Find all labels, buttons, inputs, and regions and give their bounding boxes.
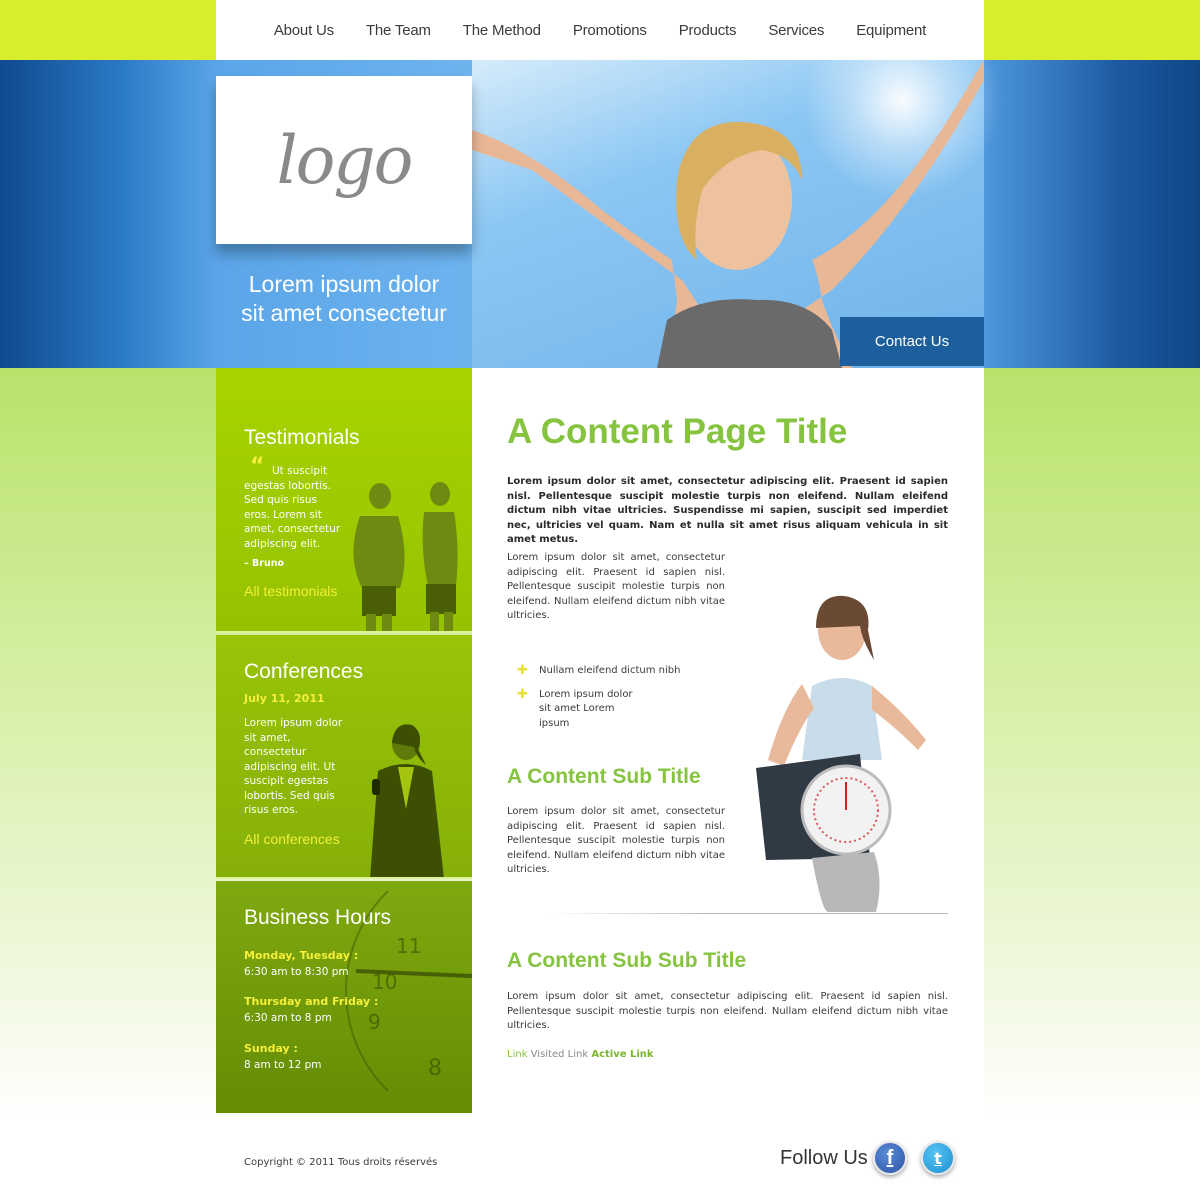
woman-with-scale-image bbox=[756, 595, 926, 912]
conferences-block: Conferences July 11, 2011 Lorem ipsum do… bbox=[216, 635, 472, 879]
testimonials-title: Testimonials bbox=[244, 426, 360, 449]
testimonials-block: Testimonials “ Ut suscipit egestas lobor… bbox=[216, 368, 472, 633]
plus-bullet-icon: ✚ bbox=[517, 686, 528, 702]
clock-number-10: 10 bbox=[372, 970, 397, 994]
hours-time-3: 8 am to 12 pm bbox=[244, 1059, 322, 1071]
nav-promotions[interactable]: Promotions bbox=[557, 22, 663, 39]
bullet-list: ✚ Nullam eleifend dictum nibh ✚ Lorem ipsu… bbox=[517, 663, 681, 740]
conference-date: July 11, 2011 bbox=[244, 692, 325, 705]
speaker-image bbox=[370, 724, 444, 877]
divider bbox=[544, 913, 948, 914]
sidebar: Testimonials “ Ut suscipit egestas lobor… bbox=[216, 368, 472, 1113]
twitter-icon[interactable]: t bbox=[921, 1141, 955, 1175]
link-styles: Link Visited Link Active Link bbox=[507, 1049, 654, 1060]
business-hours-title: Business Hours bbox=[244, 906, 392, 929]
nav-the-method[interactable]: The Method bbox=[447, 22, 557, 39]
nav-services[interactable]: Services bbox=[752, 22, 840, 39]
all-conferences-link[interactable]: All conferences bbox=[244, 831, 340, 847]
clock-number-9: 9 bbox=[368, 1010, 381, 1034]
list-item: ✚ Nullam eleifend dictum nibh bbox=[517, 663, 681, 678]
conference-text: Lorem ipsum dolor sit amet, consectetur … bbox=[244, 717, 343, 816]
contact-us-button[interactable]: Contact Us bbox=[840, 317, 984, 366]
before-after-image bbox=[353, 482, 458, 631]
tagline-line-2: sit amet consectetur bbox=[241, 300, 447, 326]
facebook-icon[interactable]: f bbox=[873, 1141, 907, 1175]
logo: logo bbox=[276, 121, 414, 199]
main-nav: About Us The Team The Method Promotions … bbox=[216, 0, 984, 60]
conferences-title: Conferences bbox=[244, 660, 364, 683]
content-sub-sub-title: A Content Sub Sub Title bbox=[507, 949, 747, 972]
hours-time-1: 6:30 am to 8:30 pm bbox=[244, 966, 349, 978]
copyright: Copyright © 2011 Tous droits réservés bbox=[244, 1157, 438, 1168]
main-content: A Content Page Title Lorem ipsum dolor s… bbox=[472, 368, 984, 1113]
logo-box[interactable]: logo bbox=[216, 76, 472, 244]
all-testimonials-link[interactable]: All testimonials bbox=[244, 583, 337, 599]
lead-paragraph: Lorem ipsum dolor sit amet, consectetur … bbox=[507, 476, 948, 545]
nav-equipment[interactable]: Equipment bbox=[840, 22, 942, 39]
sample-visited-link[interactable]: Visited Link bbox=[531, 1049, 588, 1060]
sample-link[interactable]: Link bbox=[507, 1049, 527, 1060]
testimonial-text: Ut suscipit egestas lobortis. Sed quis r… bbox=[244, 465, 341, 550]
hero-tagline: Lorem ipsum dolor sit amet consectetur bbox=[216, 270, 472, 328]
nav-the-team[interactable]: The Team bbox=[350, 22, 447, 39]
list-item: ✚ Lorem ipsum dolor sit amet Lorem ipsum bbox=[517, 686, 633, 729]
follow-us-label: Follow Us bbox=[780, 1147, 868, 1169]
hours-day-2: Thursday and Friday : bbox=[244, 995, 379, 1008]
hero-banner: logo Lorem ipsum dolor sit amet consecte… bbox=[0, 60, 1200, 368]
business-hours-block: 11 10 9 8 Business Hours Monday, Tuesday… bbox=[216, 881, 472, 1113]
testimonial-author: – Bruno bbox=[244, 558, 285, 569]
tagline-line-1: Lorem ipsum dolor bbox=[248, 271, 440, 297]
sample-active-link[interactable]: Active Link bbox=[591, 1049, 653, 1060]
content-sub-title: A Content Sub Title bbox=[507, 765, 701, 788]
page-title: A Content Page Title bbox=[507, 412, 848, 451]
nav-about-us[interactable]: About Us bbox=[258, 22, 350, 39]
intro-paragraph: Lorem ipsum dolor sit amet, consectetur … bbox=[507, 552, 725, 621]
hours-time-2: 6:30 am to 8 pm bbox=[244, 1012, 332, 1024]
hours-day-1: Monday, Tuesday : bbox=[244, 949, 359, 962]
sub-sub-paragraph: Lorem ipsum dolor sit amet, consectetur … bbox=[507, 991, 948, 1031]
sub-paragraph: Lorem ipsum dolor sit amet, consectetur … bbox=[507, 806, 725, 875]
clock-number-11: 11 bbox=[396, 934, 421, 958]
clock-number-8: 8 bbox=[428, 1056, 442, 1081]
plus-bullet-icon: ✚ bbox=[517, 663, 528, 678]
hours-day-3: Sunday : bbox=[244, 1042, 298, 1055]
nav-products[interactable]: Products bbox=[663, 22, 753, 39]
